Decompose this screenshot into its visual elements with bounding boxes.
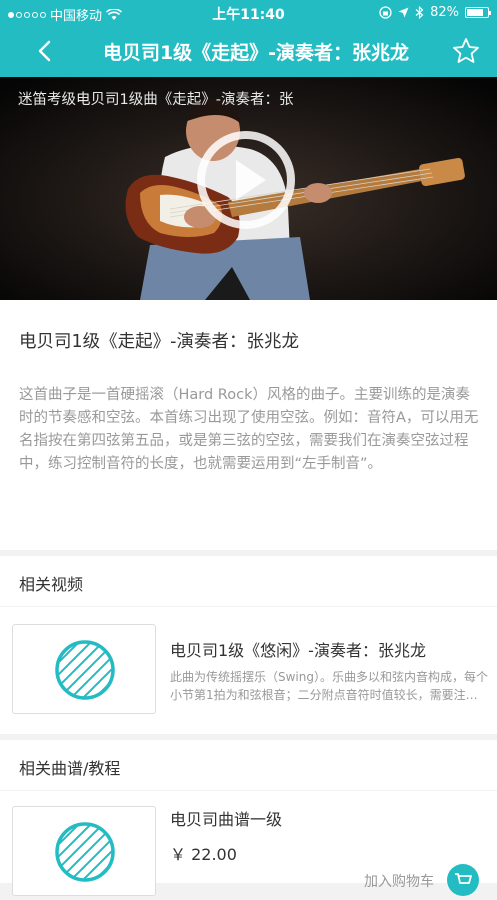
battery-percent: 82% — [430, 5, 459, 20]
related-video-title: 电贝司1级《悠闲》-演奏者：张兆龙 — [170, 641, 426, 660]
nav-bar: 电贝司1级《走起》-演奏者：张兆龙 — [0, 26, 497, 77]
placeholder-image-icon — [55, 822, 115, 882]
star-outline-icon[interactable] — [451, 36, 481, 66]
related-video-description: 此曲为传统摇摆乐（Swing）。乐曲多以和弦内音构成，每个小节第1拍为和弦根音；… — [170, 670, 488, 702]
related-score-title: 电贝司曲谱一级 — [170, 810, 283, 829]
bluetooth-icon — [415, 6, 424, 19]
related-scores-title: 相关曲谱/教程 — [19, 759, 121, 778]
status-bar-right: 82% — [379, 5, 491, 20]
location-icon — [398, 7, 409, 18]
related-score-price: ￥ 22.00 — [170, 845, 237, 864]
related-scores-header: 相关曲谱/教程 — [0, 740, 497, 790]
video-thumbnail-placeholder — [12, 624, 156, 714]
chevron-left-icon[interactable] — [30, 36, 60, 66]
page-title: 电贝司1级《走起》-演奏者：张兆龙 — [102, 42, 410, 64]
placeholder-image-icon — [55, 640, 115, 700]
related-score-item[interactable]: 电贝司曲谱一级 ￥ 22.00 加入购物车 — [0, 791, 497, 896]
cart-icon — [455, 873, 472, 884]
video-player[interactable]: 迷笛考级电贝司1级曲《走起》-演奏者：张 — [0, 77, 497, 300]
detail-description: 这首曲子是一首硬摇滚（Hard Rock）风格的曲子。主要训练的是演奏时的节奏感… — [19, 387, 479, 472]
rotation-lock-icon — [379, 6, 392, 19]
add-to-cart-label[interactable]: 加入购物车 — [364, 871, 434, 891]
related-videos-title: 相关视频 — [19, 575, 84, 594]
play-icon[interactable] — [196, 130, 296, 230]
add-to-cart-button[interactable] — [447, 864, 479, 896]
video-detail: 电贝司1级《走起》-演奏者：张兆龙 这首曲子是一首硬摇滚（Hard Rock）风… — [0, 300, 497, 550]
related-videos-header: 相关视频 — [0, 556, 497, 606]
detail-title: 电贝司1级《走起》-演奏者：张兆龙 — [19, 332, 299, 352]
video-caption: 迷笛考级电贝司1级曲《走起》-演奏者：张 — [18, 92, 294, 108]
related-video-item[interactable]: 电贝司1级《悠闲》-演奏者：张兆龙 此曲为传统摇摆乐（Swing）。乐曲多以和弦… — [0, 607, 497, 734]
status-bar: 中国移动 上午11:40 82% — [0, 0, 497, 26]
battery-icon — [465, 7, 491, 18]
